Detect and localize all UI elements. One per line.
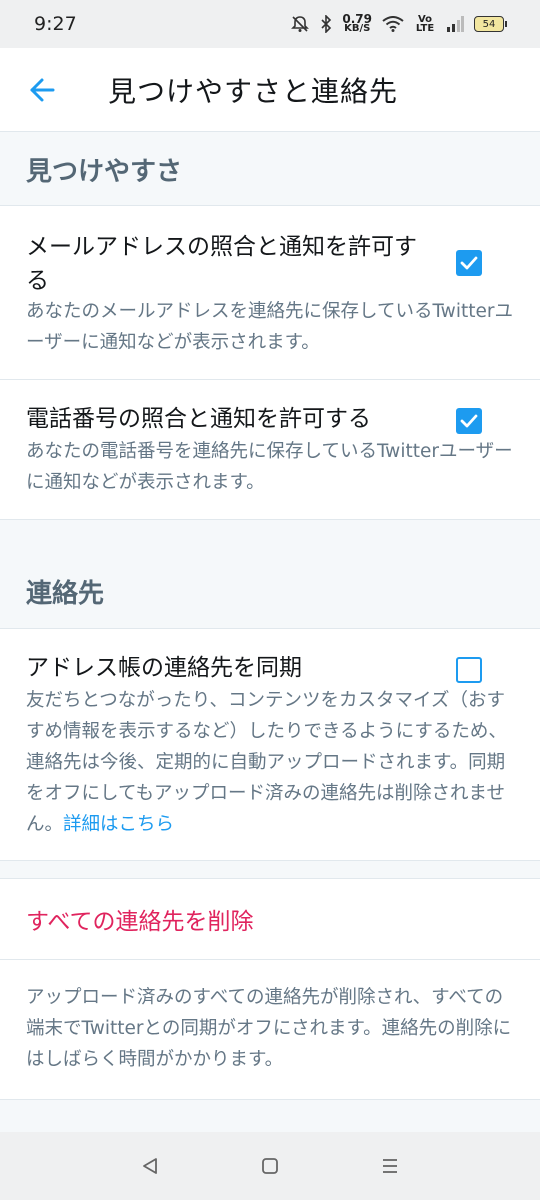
page-title: 見つけやすさと連絡先 xyxy=(108,74,399,108)
net-speed: 0.79 KB/S xyxy=(342,12,372,34)
bluetooth-icon xyxy=(320,15,332,33)
delete-all-contacts-button[interactable]: すべての連絡先を削除 xyxy=(0,878,540,960)
network-label: Vo LTE xyxy=(415,14,435,34)
email-matching-row[interactable]: メールアドレスの照合と通知を許可する あなたのメールアドレスを連絡先に保存してい… xyxy=(0,206,540,380)
battery-icon: 54 xyxy=(474,16,507,32)
email-matching-description: あなたのメールアドレスを連絡先に保存しているTwitterユーザーに通知などが表… xyxy=(26,301,513,353)
sync-contacts-description: 友だちとつながったり、コンテンツをカスタマイズ（おすすめ情報を表示するなど）した… xyxy=(26,685,516,840)
check-icon xyxy=(460,256,478,270)
delete-all-contacts-description: アップロード済みのすべての連絡先が削除され、すべての端末でTwitterとの同期… xyxy=(0,960,540,1100)
phone-matching-title: 電話番号の照合と通知を許可する xyxy=(26,406,371,432)
phone-matching-description: あなたの電話番号を連絡先に保存しているTwitterユーザーに通知などが表示され… xyxy=(26,441,513,493)
delete-all-contacts-label: すべての連絡先を削除 xyxy=(26,909,254,935)
check-icon xyxy=(460,414,478,428)
wifi-icon xyxy=(382,16,404,32)
phone-matching-row[interactable]: 電話番号の照合と通知を許可する あなたの電話番号を連絡先に保存しているTwitt… xyxy=(0,380,540,520)
square-home-icon xyxy=(262,1158,278,1174)
email-matching-checkbox[interactable] xyxy=(456,250,482,276)
triangle-back-icon xyxy=(143,1158,157,1174)
back-button[interactable] xyxy=(14,62,70,118)
section-title: 連絡先 xyxy=(26,578,105,609)
section-header-contacts: 連絡先 xyxy=(0,520,540,629)
nav-back-button[interactable] xyxy=(130,1146,170,1186)
status-bar: 9:27 0.79 KB/S Vo LTE 54 xyxy=(0,0,540,48)
section-title: 見つけやすさ xyxy=(26,156,183,187)
email-matching-title: メールアドレスの照合と通知を許可する xyxy=(26,234,417,294)
phone-matching-checkbox[interactable] xyxy=(456,408,482,434)
learn-more-link[interactable]: 詳細はこちら xyxy=(63,814,174,835)
system-nav-bar xyxy=(0,1132,540,1200)
nav-home-button[interactable] xyxy=(250,1146,290,1186)
signal-icon xyxy=(446,16,464,32)
status-icons: 0.79 KB/S Vo LTE 54 xyxy=(290,12,507,34)
mute-icon xyxy=(290,14,310,34)
menu-lines-icon xyxy=(383,1159,397,1173)
sync-contacts-title: アドレス帳の連絡先を同期 xyxy=(26,655,302,681)
sync-contacts-checkbox[interactable] xyxy=(456,657,482,683)
sync-contacts-row[interactable]: アドレス帳の連絡先を同期 友だちとつながったり、コンテンツをカスタマイズ（おすす… xyxy=(0,629,540,861)
status-time: 9:27 xyxy=(34,13,77,35)
arrow-left-icon xyxy=(30,78,55,101)
app-bar: 見つけやすさと連絡先 xyxy=(0,48,540,132)
section-header-discoverability: 見つけやすさ xyxy=(0,133,540,206)
nav-menu-button[interactable] xyxy=(370,1146,410,1186)
